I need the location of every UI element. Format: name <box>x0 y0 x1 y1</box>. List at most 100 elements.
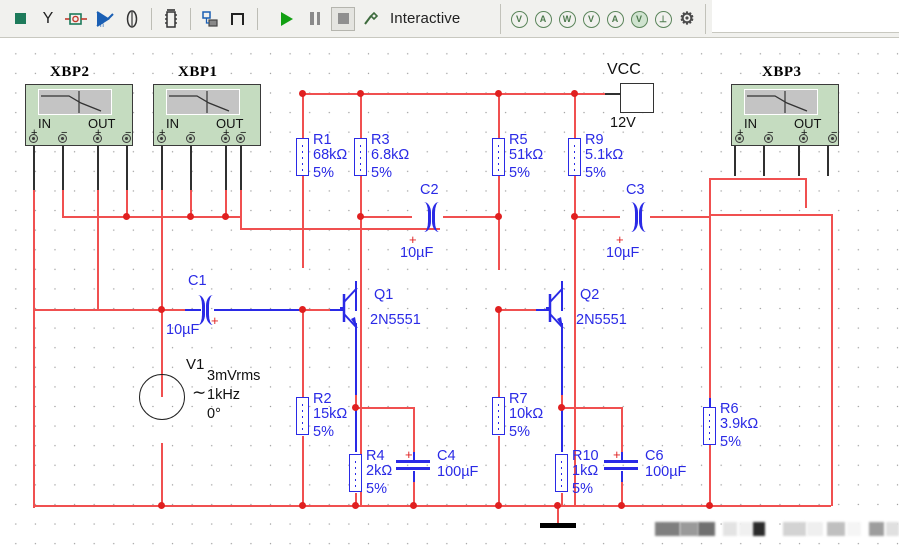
instrument-in-label: IN <box>744 116 757 131</box>
resistor-r1[interactable] <box>296 138 309 176</box>
resistor-r9[interactable] <box>568 138 581 176</box>
junction-dot <box>495 502 502 509</box>
capacitor-c3-symbol[interactable] <box>631 202 644 232</box>
instrument-xbp1[interactable]: IN OUT + − + − <box>153 84 261 146</box>
wire-c6-top <box>621 407 623 454</box>
ac-waveform-icon: ∼ <box>192 383 207 402</box>
resistor-r7[interactable] <box>492 397 505 435</box>
terminal-out-minus[interactable] <box>236 134 245 143</box>
wire-xbp2-term4 <box>126 146 128 190</box>
terminal-in-minus[interactable] <box>58 134 67 143</box>
hierarchy-icon[interactable] <box>197 6 223 32</box>
resistor-r9-tolerance: 5% <box>585 165 606 181</box>
terminal-in-minus[interactable] <box>764 134 773 143</box>
wire-xbp1-term2 <box>190 146 192 190</box>
junction-dot <box>352 502 359 509</box>
junction-dot <box>558 404 565 411</box>
current-probe-icon[interactable]: A <box>532 8 554 30</box>
wire-r4-top <box>355 407 357 452</box>
terminal-out-plus[interactable] <box>799 134 808 143</box>
terminal-in-plus[interactable] <box>157 134 166 143</box>
junction-dot <box>357 90 364 97</box>
junction-dot <box>410 502 417 509</box>
differential-current-probe-icon[interactable]: A <box>604 8 626 30</box>
power-probe-icon[interactable]: W <box>556 8 578 30</box>
junction-dot <box>495 90 502 97</box>
resistor-r10[interactable] <box>555 454 568 492</box>
probe-icon[interactable] <box>119 6 145 32</box>
wire-c1-plate-right <box>214 309 302 311</box>
ic-icon[interactable] <box>158 6 184 32</box>
junction-dot <box>571 90 578 97</box>
referenced-voltage-probe-icon[interactable]: V <box>628 8 650 30</box>
wire-vcc-lead <box>605 93 621 95</box>
terminal-out-minus[interactable] <box>122 134 131 143</box>
wire-r9-bottom <box>574 176 576 218</box>
capacitor-c4-symbol[interactable] <box>396 460 430 472</box>
wire-xbp1-out-minus <box>240 188 242 230</box>
wire-c2-right <box>443 216 499 218</box>
voltage-source-v1-symbol[interactable] <box>139 374 185 420</box>
resistor-r4-value: 2kΩ <box>366 463 393 479</box>
resistor-r2-tolerance: 5% <box>313 424 334 440</box>
capacitor-c1-value: 10µF <box>166 322 200 338</box>
terminal-out-plus[interactable] <box>221 134 230 143</box>
resistor-r2[interactable] <box>296 397 309 435</box>
transistor-icon[interactable]: n <box>91 6 117 32</box>
resistor-r5[interactable] <box>492 138 505 176</box>
capacitor-c4-value: 100µF <box>437 464 479 480</box>
capacitor-c2-symbol[interactable] <box>424 202 437 232</box>
resistor-r9-value: 5.1kΩ <box>585 147 624 163</box>
wire-out-to-xbp3 <box>709 178 805 180</box>
source-icon[interactable] <box>63 6 89 32</box>
wire-c3-left <box>574 216 620 218</box>
wire-r2-bottom <box>302 436 304 506</box>
terminal-in-plus[interactable] <box>29 134 38 143</box>
capacitor-c1-symbol[interactable] <box>198 295 211 325</box>
instrument-xbp3[interactable]: IN OUT + − + − <box>731 84 839 146</box>
wire-e1-to-c4 <box>355 407 413 409</box>
pause-button[interactable] <box>302 6 328 32</box>
resistor-r6[interactable] <box>703 407 716 445</box>
resistor-r4[interactable] <box>349 454 362 492</box>
probe-settings-icon[interactable]: ⚙ <box>676 8 698 30</box>
instrument-xbp2[interactable]: IN OUT + − + − <box>25 84 133 146</box>
bode-plot-preview-icon <box>166 89 240 115</box>
junction-dot <box>299 90 306 97</box>
capacitor-c3-ref: C3 <box>626 182 645 198</box>
transistor-q2-part: 2N5551 <box>576 312 627 328</box>
differential-voltage-probe-icon[interactable]: V <box>580 8 602 30</box>
resistor-r6-tolerance: 5% <box>720 434 741 450</box>
junction-dot <box>618 502 625 509</box>
source-v1-phase: 0° <box>207 406 221 422</box>
schematic-canvas[interactable]: XBP2 IN OUT + − + − XBP1 IN OUT + − + − … <box>0 38 899 548</box>
step-source-icon[interactable] <box>225 6 251 32</box>
capacitor-c4-ref: C4 <box>437 448 456 464</box>
junction-dot <box>495 306 502 313</box>
svg-text:n: n <box>100 22 104 28</box>
vcc-source-symbol[interactable] <box>620 83 654 113</box>
wire-xbp3-in <box>805 178 807 208</box>
terminal-out-minus[interactable] <box>828 134 837 143</box>
bode-plot-preview-icon <box>38 89 112 115</box>
voltage-probe-icon[interactable]: V <box>508 8 530 30</box>
run-button[interactable] <box>274 6 300 32</box>
antenna-icon[interactable]: Y <box>35 6 61 32</box>
resistor-r7-tolerance: 5% <box>509 424 530 440</box>
resistor-r3[interactable] <box>354 138 367 176</box>
wire-r5-bottom <box>498 176 500 218</box>
capacitor-c1-polarity: + <box>211 313 219 328</box>
terminal-in-plus[interactable] <box>735 134 744 143</box>
digital-probe-icon[interactable]: ⊥ <box>652 8 674 30</box>
terminal-out-plus[interactable] <box>93 134 102 143</box>
wire-r1-top <box>302 93 304 138</box>
stop-button[interactable] <box>330 6 356 32</box>
capacitor-c6-symbol[interactable] <box>604 460 638 472</box>
transistor-q2-symbol[interactable] <box>546 285 580 331</box>
interactive-simulation-icon[interactable] <box>358 6 384 32</box>
terminal-in-minus[interactable] <box>186 134 195 143</box>
component-icon[interactable] <box>7 6 33 32</box>
transistor-q1-symbol[interactable] <box>340 285 374 331</box>
ground-symbol[interactable] <box>540 523 576 535</box>
transistor-q1-part: 2N5551 <box>370 312 421 328</box>
